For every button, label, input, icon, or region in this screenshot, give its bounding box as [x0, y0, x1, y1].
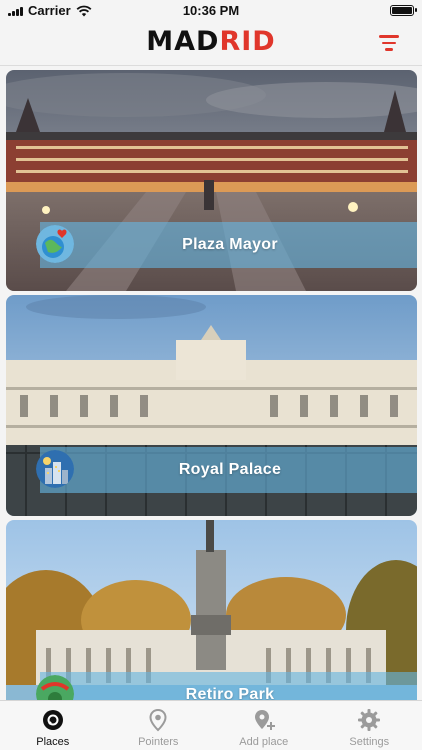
logo-part-2: RID: [219, 26, 276, 57]
tab-settings[interactable]: Settings: [317, 701, 422, 750]
tab-bar: Places Pointers Add place Settings: [0, 700, 422, 750]
filter-lines-icon: [378, 35, 400, 51]
status-time: 10:36 PM: [182, 3, 240, 18]
city-night-icon: [36, 450, 74, 488]
tab-label: Settings: [349, 736, 390, 748]
app-header: MADRID: [0, 22, 422, 66]
tab-pointers[interactable]: Pointers: [106, 701, 212, 750]
place-title-banner: Royal Palace: [40, 447, 417, 493]
place-title-banner: Retiro Park: [40, 672, 417, 700]
add-pin-icon: [254, 710, 275, 730]
tab-label: Add place: [239, 736, 289, 748]
place-card[interactable]: Retiro Park: [6, 520, 417, 700]
place-title: Plaza Mayor: [182, 236, 278, 253]
place-title-banner: Plaza Mayor: [40, 222, 417, 268]
tab-places[interactable]: Places: [0, 701, 106, 750]
places-icon: [42, 710, 63, 730]
globe-heart-icon: [36, 225, 74, 263]
places-list[interactable]: Plaza Mayor Royal Palace Retiro Park: [0, 68, 422, 700]
place-card[interactable]: Plaza Mayor: [6, 70, 417, 291]
logo-part-1: MAD: [146, 26, 220, 57]
tab-add-place[interactable]: Add place: [211, 701, 317, 750]
place-title: Retiro Park: [185, 686, 275, 700]
map-pin-icon: [149, 708, 167, 732]
battery-icon: [390, 5, 417, 16]
gear-icon: [358, 709, 381, 731]
tab-label: Pointers: [138, 736, 179, 748]
tab-label: Places: [36, 736, 70, 748]
app-logo: MADRID: [0, 26, 422, 57]
place-title: Royal Palace: [178, 461, 282, 478]
filter-button[interactable]: [378, 35, 400, 53]
status-bar: Carrier 10:36 PM: [0, 0, 422, 22]
place-card[interactable]: Royal Palace: [6, 295, 417, 516]
